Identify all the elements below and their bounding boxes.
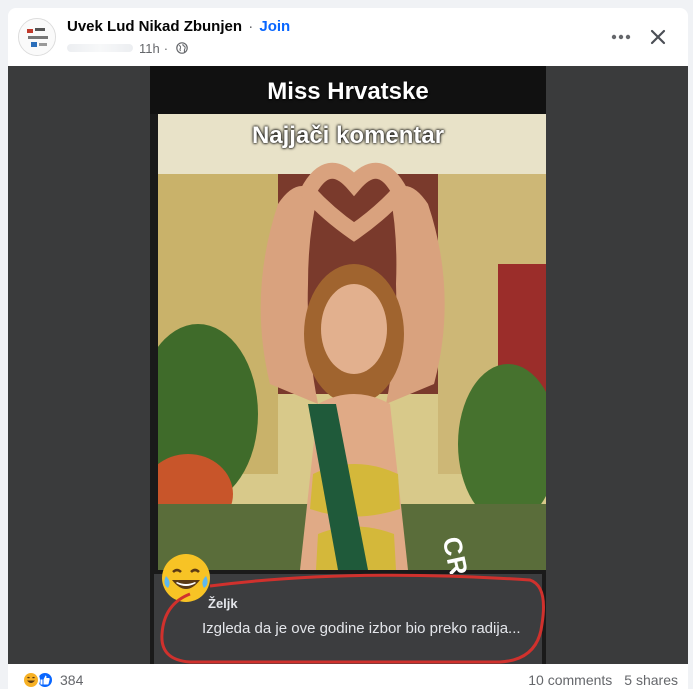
pageant-photo	[158, 114, 546, 570]
more-options-button[interactable]	[606, 25, 636, 49]
author-name-redacted	[67, 44, 133, 52]
haha-reaction-icon	[22, 671, 40, 689]
group-name-link[interactable]: Uvek Lud Nikad Zbunjen	[67, 18, 242, 35]
title-separator: ·	[248, 18, 254, 35]
close-button[interactable]	[645, 24, 671, 50]
comments-count-link[interactable]: 10 comments	[528, 672, 612, 688]
globe-icon	[176, 42, 188, 54]
post-header: Uvek Lud Nikad Zbunjen · Join 11h ·	[8, 8, 688, 66]
close-icon	[650, 29, 666, 45]
join-button[interactable]: Join	[259, 18, 290, 35]
image-subtitle: Najjači komentar	[251, 122, 445, 149]
post-media[interactable]: Miss Hrvatske Najjači komentar CROATIA Ž…	[8, 66, 688, 664]
meta-separator: ·	[163, 40, 169, 56]
comment-author: Željk	[208, 596, 238, 611]
post-card: Uvek Lud Nikad Zbunjen · Join 11h · Miss…	[8, 8, 688, 689]
post-time[interactable]: 11h	[139, 41, 160, 56]
meme-image[interactable]: Miss Hrvatske Najjači komentar CROATIA Ž…	[150, 66, 546, 664]
group-title-line: Uvek Lud Nikad Zbunjen · Join	[67, 18, 290, 35]
image-title: Miss Hrvatske	[267, 78, 429, 105]
more-horizontal-icon	[611, 34, 631, 40]
group-avatar-image	[19, 19, 55, 55]
comment-text: Izgleda da je ove godine izbor bio preko…	[202, 620, 521, 637]
group-avatar[interactable]	[18, 18, 56, 56]
laughing-tears-emoji	[162, 554, 210, 602]
reactions-summary[interactable]: 384	[22, 671, 83, 689]
post-stats: 10 comments 5 shares	[528, 672, 678, 688]
post-meta: 11h ·	[67, 40, 188, 56]
shares-count-link[interactable]: 5 shares	[624, 672, 678, 688]
reaction-count: 384	[60, 672, 84, 688]
post-footer: 384 10 comments 5 shares	[8, 664, 688, 689]
